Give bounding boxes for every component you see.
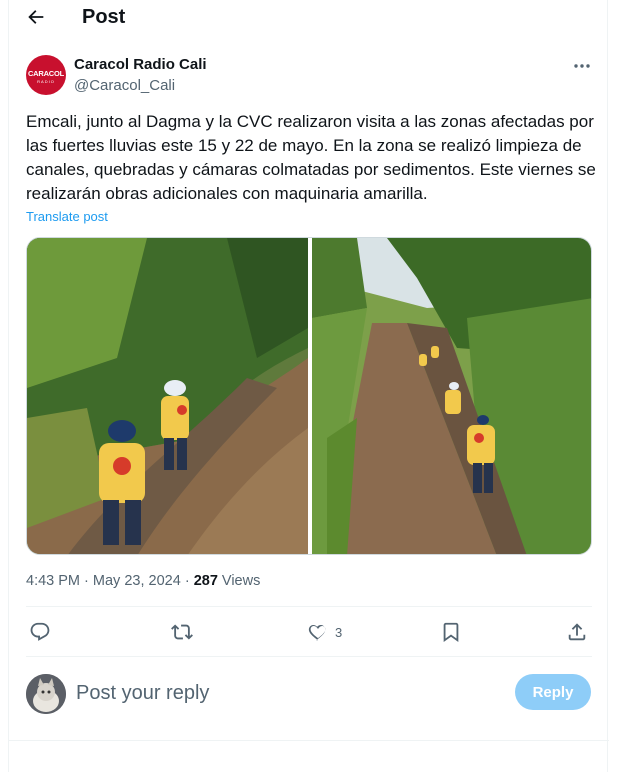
action-bar: 3 <box>26 618 592 648</box>
cat-avatar-icon <box>26 674 66 714</box>
like-count: 3 <box>335 624 343 640</box>
current-user-avatar[interactable] <box>26 674 66 714</box>
post-photos <box>27 238 592 555</box>
meta-separator-2: · <box>184 573 190 589</box>
author-handle[interactable]: @Caracol_Cali <box>74 77 175 94</box>
reply-input[interactable] <box>76 678 496 708</box>
photo-right[interactable] <box>312 238 592 555</box>
reply-button[interactable] <box>29 620 51 644</box>
share-icon <box>568 623 586 641</box>
like-button[interactable]: 3 <box>307 620 342 644</box>
post-media[interactable] <box>26 237 592 555</box>
avatar-logo-subtext: RADIO <box>37 79 55 84</box>
post-column: Post CARACOL RADIO Caracol Radio Cali @C… <box>8 0 609 772</box>
top-bar: Post <box>9 0 609 36</box>
post-date[interactable]: May 23, 2024 <box>93 573 181 589</box>
reply-submit-button[interactable]: Reply <box>515 674 591 710</box>
views-count: 287 <box>193 573 218 589</box>
avatar-logo-text: CARACOL <box>27 69 65 78</box>
reply-icon <box>30 622 50 641</box>
more-options-icon[interactable] <box>572 58 592 74</box>
author-display-name[interactable]: Caracol Radio Cali <box>74 56 207 73</box>
divider-top <box>26 606 592 607</box>
divider-bottom <box>26 656 592 657</box>
post-text: Emcali, junto al Dagma y la CVC realizar… <box>26 112 596 203</box>
heart-icon <box>308 625 326 641</box>
page-title: Post <box>82 6 126 28</box>
views-label: Views <box>221 573 261 589</box>
bookmark-button[interactable] <box>440 620 462 644</box>
share-button[interactable] <box>566 620 588 644</box>
repost-button[interactable] <box>171 620 193 644</box>
translate-post-link[interactable]: Translate post <box>26 209 108 224</box>
divider-end <box>9 740 609 741</box>
repost-icon <box>171 624 193 640</box>
back-arrow-icon[interactable] <box>25 6 47 28</box>
post-time[interactable]: 4:43 PM <box>26 573 80 589</box>
author-avatar[interactable]: CARACOL RADIO <box>26 55 66 95</box>
post-meta: 4:43 PM · May 23, 2024 · 287 Views <box>26 573 260 589</box>
meta-separator: · <box>84 573 89 589</box>
bookmark-icon <box>443 622 459 643</box>
photo-left[interactable] <box>27 238 308 555</box>
